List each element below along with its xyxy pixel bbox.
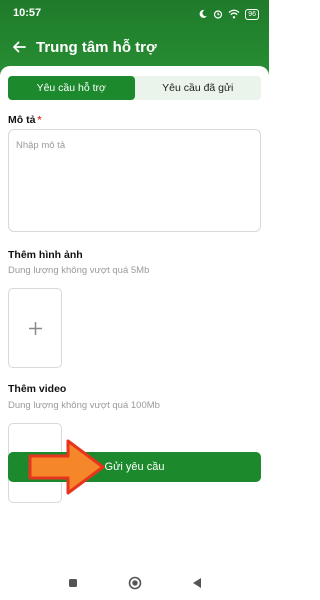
description-label-text: Mô tả xyxy=(8,114,36,126)
tab-sent-requests[interactable]: Yêu cầu đã gửi xyxy=(135,76,262,100)
status-time: 10:57 xyxy=(13,7,42,19)
home-icon[interactable] xyxy=(128,576,142,590)
description-label: Mô tả * xyxy=(8,114,42,126)
image-label: Thêm hình ảnh xyxy=(8,249,83,261)
page-title: Trung tâm hỗ trợ xyxy=(36,38,157,56)
system-nav-bar xyxy=(0,566,269,600)
recent-apps-icon[interactable] xyxy=(68,578,78,588)
tab-support-request[interactable]: Yêu cầu hỗ trợ xyxy=(8,76,135,100)
title-row: Trung tâm hỗ trợ xyxy=(0,34,269,60)
alarm-icon xyxy=(214,10,223,19)
moon-icon xyxy=(199,9,208,18)
video-hint: Dung lượng không vượt quá 100Mb xyxy=(8,400,160,411)
wifi-icon xyxy=(228,9,240,19)
image-hint: Dung lượng không vượt quá 5Mb xyxy=(8,265,150,276)
required-mark: * xyxy=(37,114,42,126)
tab-bar: Yêu cầu hỗ trợ Yêu cầu đã gửi xyxy=(8,76,261,100)
back-arrow-icon xyxy=(13,41,26,53)
status-icons: 96 xyxy=(198,7,259,21)
app-header: 10:57 96 Trung tâm hỗ trợ xyxy=(0,0,269,76)
back-nav-icon[interactable] xyxy=(192,577,202,589)
video-label: Thêm video xyxy=(8,383,67,395)
description-input[interactable]: Nhập mô tả xyxy=(8,129,261,232)
plus-icon xyxy=(28,321,42,335)
add-image-button[interactable] xyxy=(8,288,62,368)
battery-icon: 96 xyxy=(245,8,259,20)
red-arrow-annotation xyxy=(28,439,105,495)
status-bar: 10:57 96 xyxy=(0,0,269,28)
back-button[interactable] xyxy=(2,34,36,60)
